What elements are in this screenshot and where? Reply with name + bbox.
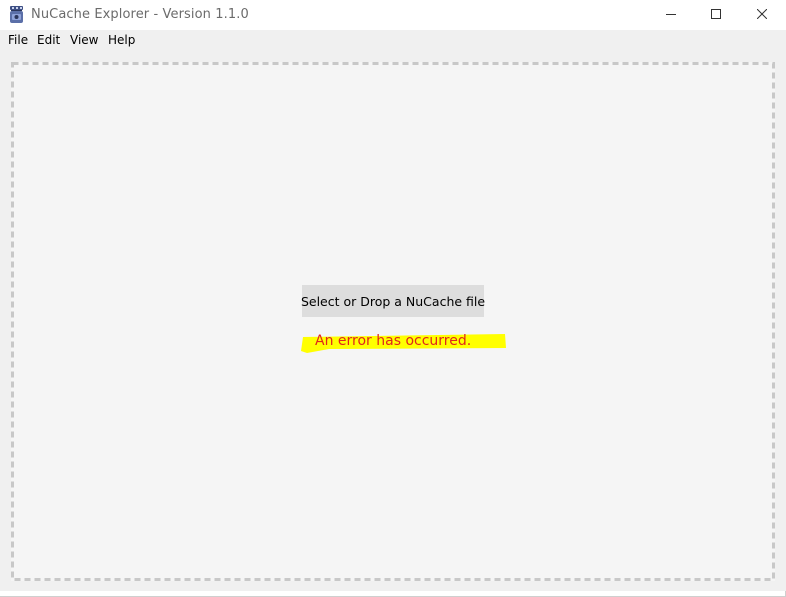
- menu-view[interactable]: View: [70, 32, 98, 49]
- menu-help[interactable]: Help: [108, 32, 135, 49]
- drop-zone-border: [11, 62, 775, 581]
- minimize-icon: [666, 8, 676, 22]
- error-message: An error has occurred.: [315, 333, 472, 349]
- menu-edit[interactable]: Edit: [37, 32, 60, 49]
- maximize-icon: [711, 8, 721, 22]
- close-button[interactable]: [739, 0, 785, 30]
- maximize-button[interactable]: [693, 0, 739, 30]
- jar-icon: [9, 6, 24, 23]
- app-window: NuCache Explorer - Version 1.1.0 File Ed…: [0, 0, 786, 597]
- select-file-button[interactable]: Select or Drop a NuCache file: [301, 285, 485, 317]
- title-bar[interactable]: NuCache Explorer - Version 1.1.0: [0, 0, 786, 30]
- file-drop-zone[interactable]: [11, 62, 775, 581]
- window-title: NuCache Explorer - Version 1.1.0: [31, 7, 249, 22]
- minimize-button[interactable]: [648, 0, 694, 30]
- menu-bar: File Edit View Help: [0, 30, 786, 50]
- menu-file[interactable]: File: [8, 32, 28, 49]
- close-icon: [756, 8, 768, 22]
